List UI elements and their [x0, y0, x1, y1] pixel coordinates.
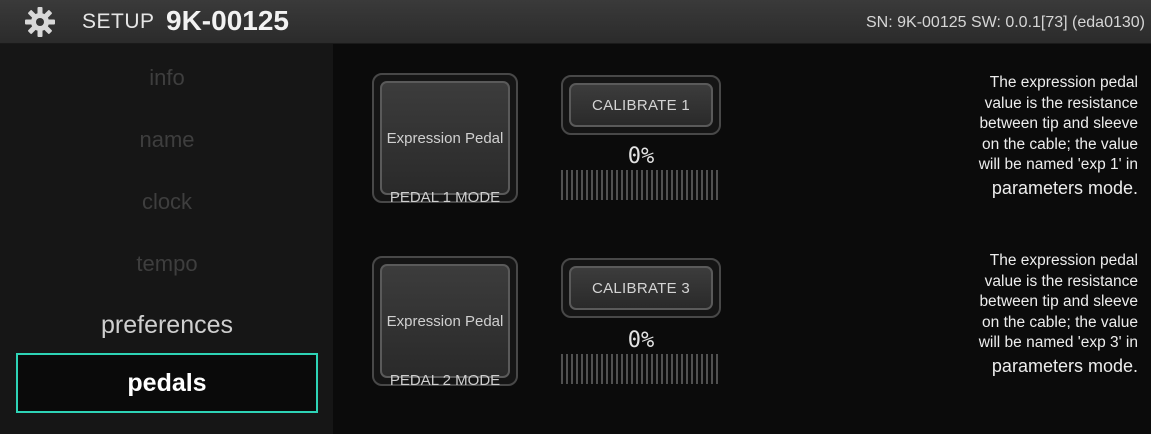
gear-icon [25, 7, 55, 37]
pedal-2-mode-label: PEDAL 2 MODE [389, 372, 501, 389]
pedal-2-level-meter [561, 354, 721, 384]
sidebar-item-tempo[interactable]: tempo [16, 234, 318, 294]
pedal-1-percent: 0% [627, 144, 655, 169]
pedal-1-description: The expression pedal value is the resist… [888, 73, 1138, 200]
pedal-1-desc-line-1: The expression pedal [989, 74, 1138, 91]
calibrate-1-button[interactable]: CALIBRATE 1 [561, 75, 721, 135]
serial-software-info: SN: 9K-00125 SW: 0.0.1[73] (eda0130) [866, 14, 1145, 31]
header-bar: SETUP 9K-00125 SN: 9K-00125 SW: 0.0.1[73… [0, 0, 1151, 44]
pedal-2-desc-line-3: between tip and sleeve [979, 293, 1138, 310]
pedal-2-desc-line-5: will be named 'exp 3' in [978, 334, 1138, 351]
pedals-panel: Expression Pedal PEDAL 1 MODE CALIBRATE … [333, 44, 1151, 434]
pedal-2-mode-button[interactable]: Expression Pedal [372, 256, 518, 386]
pedal-1-desc-line-4: on the cable; the value [982, 135, 1138, 153]
sidebar-item-pedals[interactable]: pedals [16, 353, 318, 413]
setup-label: SETUP [82, 10, 155, 33]
pedal-1-desc-line-2: value is the resistance [984, 94, 1138, 112]
pedal-1-mode-value: Expression Pedal [380, 81, 510, 195]
pedal-2-percent: 0% [627, 328, 655, 353]
pedal-2-mode-value: Expression Pedal [380, 264, 510, 378]
pedal-2-desc-line-2: value is the resistance [984, 272, 1138, 290]
pedal-1-level-meter [561, 170, 721, 200]
pedal-2-desc-line-1: The expression pedal [989, 252, 1138, 269]
sidebar-item-name[interactable]: name [16, 110, 318, 170]
pedal-1-desc-line-3: between tip and sleeve [979, 115, 1138, 132]
pedal-2-desc-line-4: on the cable; the value [982, 313, 1138, 331]
sidebar-item-info[interactable]: info [16, 48, 318, 108]
calibrate-3-label: CALIBRATE 3 [569, 266, 713, 310]
device-id: 9K-00125 [166, 5, 289, 36]
calibrate-3-button[interactable]: CALIBRATE 3 [561, 258, 721, 318]
pedal-1-desc-line-5: will be named 'exp 1' in [978, 156, 1138, 173]
sidebar: info name clock tempo preferences pedals [0, 44, 333, 434]
pedal-1-desc-line-6: parameters mode. [991, 177, 1138, 198]
pedal-1-mode-label: PEDAL 1 MODE [389, 189, 501, 206]
sidebar-item-clock[interactable]: clock [16, 172, 318, 232]
sidebar-item-preferences[interactable]: preferences [16, 295, 318, 355]
pedal-2-desc-line-6: parameters mode. [991, 355, 1138, 376]
pedal-2-description: The expression pedal value is the resist… [888, 251, 1138, 378]
calibrate-1-label: CALIBRATE 1 [569, 83, 713, 127]
pedal-1-mode-button[interactable]: Expression Pedal [372, 73, 518, 203]
